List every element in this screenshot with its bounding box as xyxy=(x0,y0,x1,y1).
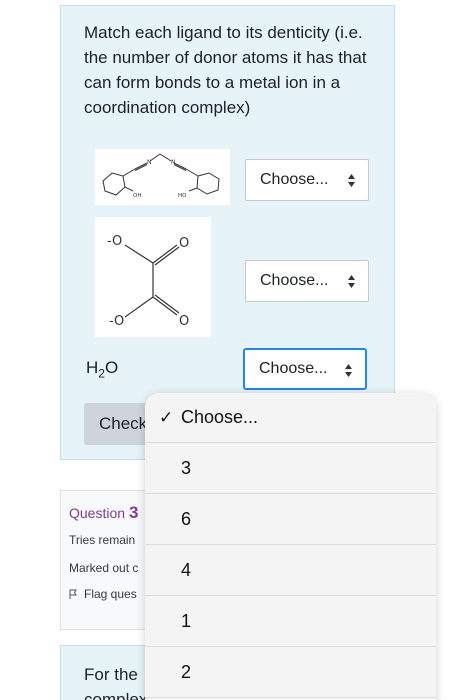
next-question-text-2: complex xyxy=(84,690,148,700)
checkmark-icon: ✓ xyxy=(159,407,174,427)
next-question-text: For the xyxy=(84,665,138,684)
o-bottom-left-label: -O xyxy=(109,314,124,329)
next-question-title: Question 3 xyxy=(69,503,139,522)
ligand-salen-image: N N OH HO xyxy=(95,149,230,205)
denticity-select-2[interactable]: Choose... xyxy=(245,260,369,302)
dropdown-option[interactable]: 6 xyxy=(145,494,436,545)
ligand-water-label: H2O xyxy=(86,358,119,381)
o-top-right-label: O xyxy=(179,236,189,251)
n2-label: N xyxy=(171,159,176,166)
denticity-select-3[interactable]: Choose... xyxy=(243,348,367,390)
select-arrows-icon xyxy=(345,364,352,377)
n1-label: N xyxy=(147,159,152,166)
dropdown-option[interactable]: 4 xyxy=(145,545,436,596)
question-prompt: Match each ligand to its denticity (i.e.… xyxy=(84,23,367,117)
dropdown-option[interactable]: 3 xyxy=(145,443,436,494)
flag-question-link[interactable]: Flag ques xyxy=(69,587,137,601)
select-arrows-icon xyxy=(348,275,355,288)
ligand-oxalate-image: -O O -O O xyxy=(95,217,211,337)
flag-icon xyxy=(69,589,77,599)
ho-label: HO xyxy=(178,193,187,199)
o-bottom-right-label: O xyxy=(179,314,189,329)
oh-label: OH xyxy=(133,193,141,199)
dropdown-option-choose[interactable]: ✓ Choose... xyxy=(145,393,436,443)
tries-remaining: Tries remain xyxy=(69,533,136,547)
o-top-left-label: -O xyxy=(107,234,122,249)
denticity-dropdown-menu: ✓ Choose... 3 6 4 1 2 xyxy=(145,393,436,700)
select-arrows-icon xyxy=(348,174,355,187)
marked-out-of: Marked out c xyxy=(69,561,139,575)
denticity-select-1[interactable]: Choose... xyxy=(245,159,369,201)
dropdown-option[interactable]: 1 xyxy=(145,596,436,647)
dropdown-option[interactable]: 2 xyxy=(145,647,436,698)
